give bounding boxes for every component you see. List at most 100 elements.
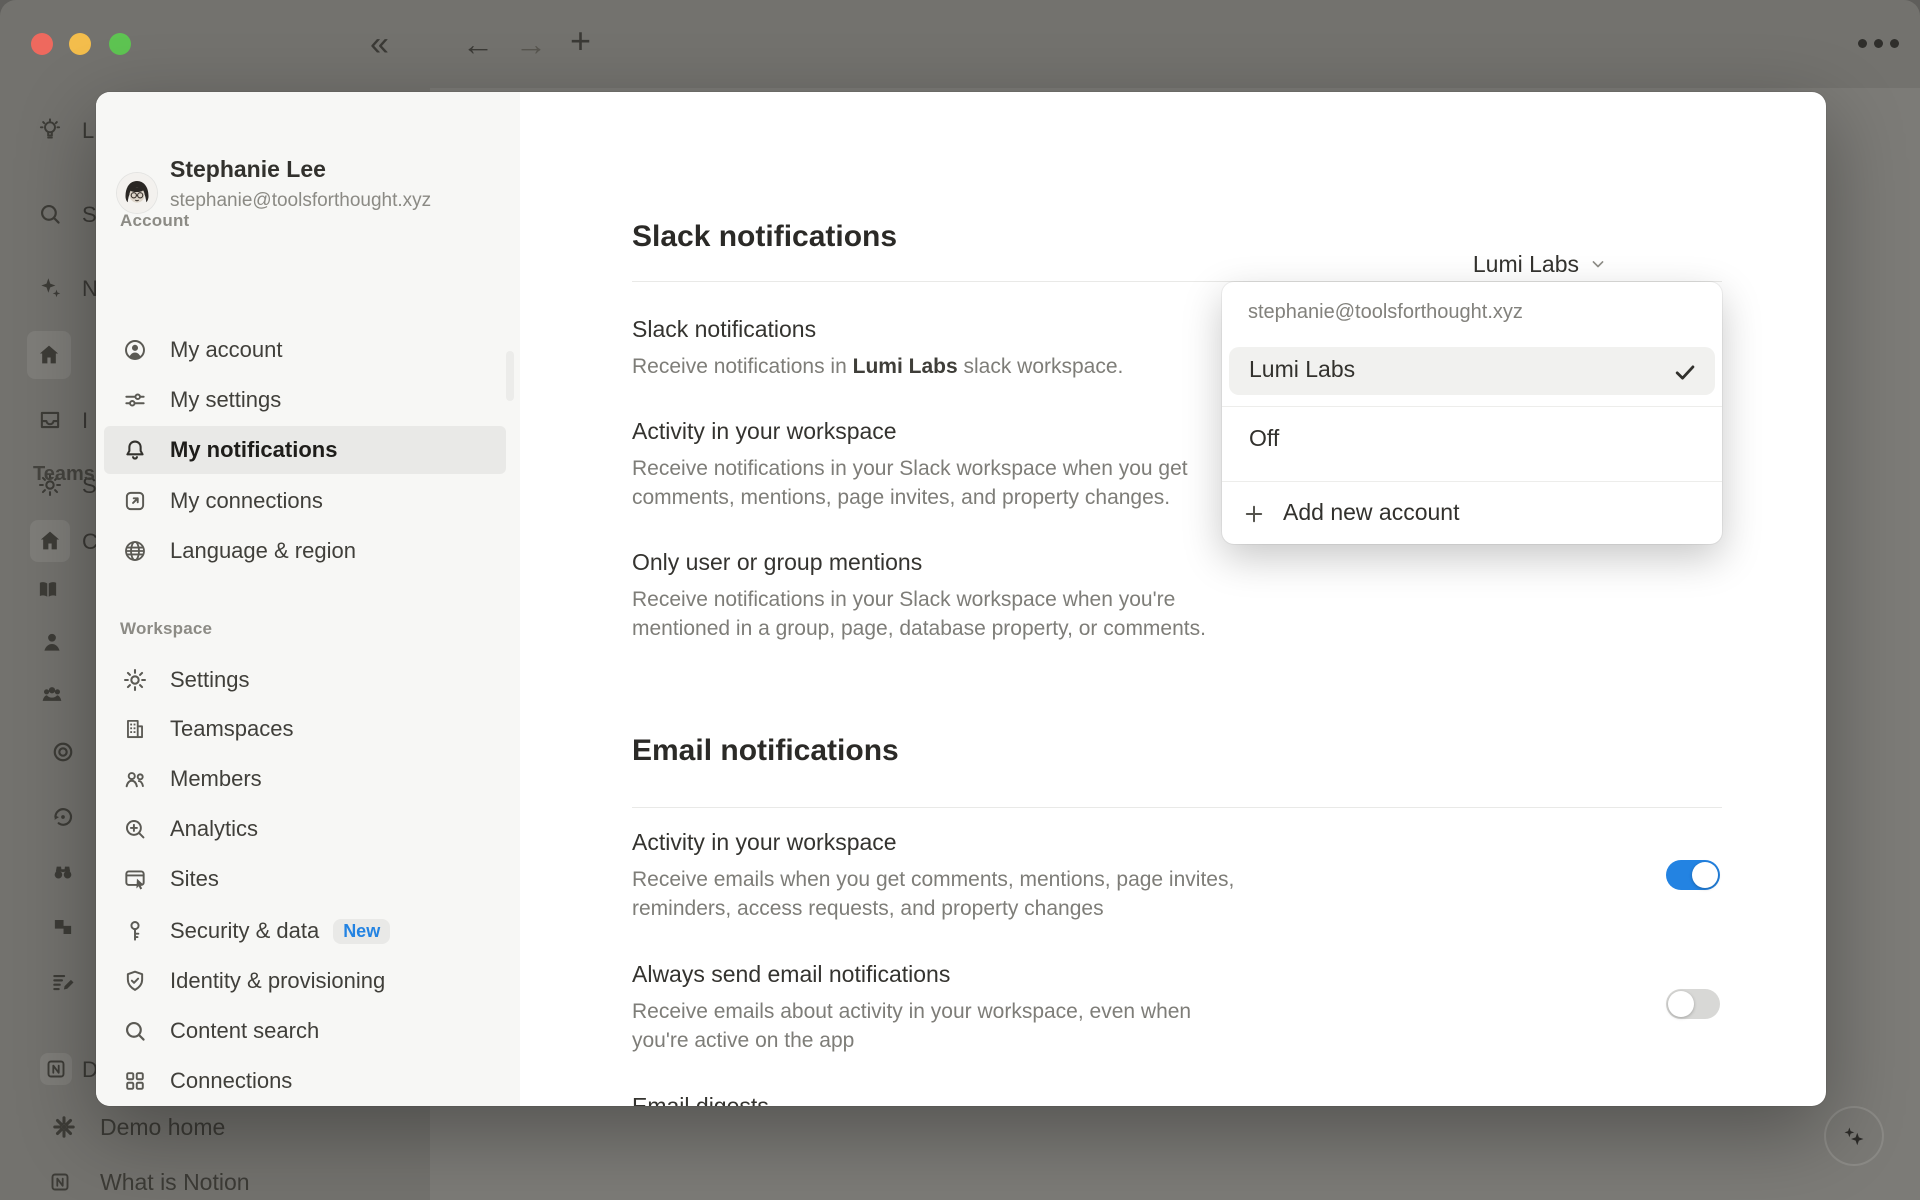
user-name: Stephanie Lee [170,156,326,183]
dropdown-option-off[interactable]: Off [1249,425,1279,452]
sidebar-item-connections[interactable]: Connections [104,1057,506,1105]
sidebar-item-label: Settings [170,667,250,693]
activity-workspace-title: Activity in your workspace [632,416,897,446]
slack-notifications-setting-desc: Receive notifications in Lumi Labs slack… [632,352,1123,381]
sidebar-item-content-search[interactable]: Content search [104,1007,506,1055]
forward-icon[interactable]: → [515,24,547,64]
rail-label-fragment: I [82,408,88,434]
compose-icon [50,969,76,995]
sidebar-item-label: Security & data [170,918,319,944]
atom-flower-icon [51,1114,77,1140]
section-divider [632,807,1722,808]
teamspace-home-icon [37,528,63,554]
building-icon [122,716,148,742]
sidebar-item-what-is-notion[interactable]: What is Notion [100,1169,250,1196]
notion-ai-button[interactable] [1824,1106,1884,1166]
desc-line: mentioned in a group, page, database pro… [632,614,1206,643]
browser-cursor-icon [122,866,148,892]
new-tab-icon[interactable]: + [570,21,591,61]
activity-workspace-desc: Receive notifications in your Slack work… [632,454,1188,512]
always-send-desc: Receive emails about activity in your wo… [632,997,1191,1055]
slack-workspace-select[interactable]: Lumi Labs [1473,248,1608,280]
sidebar-item-sites[interactable]: Sites [104,855,506,903]
slack-notifications-heading: Slack notifications [632,220,897,254]
book-icon [35,577,61,603]
sidebar-item-teamspaces[interactable]: Teamspaces [104,705,506,753]
sidebar-item-label: Sites [170,866,219,892]
dropdown-option-lumi-labs[interactable]: Lumi Labs [1229,347,1715,395]
sidebar-item-language-region[interactable]: Language & region [104,527,506,575]
minimize-window-button[interactable] [69,33,91,55]
workspace-name: Lumi Labs [853,355,958,378]
zoom-window-button[interactable] [109,33,131,55]
settings-sidebar: Account Stephanie Lee stephanie@toolsfor… [96,92,520,1106]
desc-text: slack workspace. [958,355,1124,378]
teams-section-label: Teams [33,463,95,486]
sidebar-item-label: My account [170,337,283,363]
email-activity-desc: Receive emails when you get comments, me… [632,865,1234,923]
sidebar-item-my-connections[interactable]: My connections [104,477,506,525]
sidebar-item-my-notifications[interactable]: My notifications [104,426,506,474]
desc-text: Receive notifications in [632,355,853,378]
sidebar-item-demo-home[interactable]: Demo home [100,1114,225,1141]
sidebar-item-security-data[interactable]: Security & data New [104,907,506,955]
bell-icon [122,437,148,463]
back-icon[interactable]: ← [462,24,494,64]
avatar [117,173,157,213]
slack-notifications-setting-title: Slack notifications [632,314,816,344]
dropdown-add-new-account[interactable]: Add new account [1283,499,1459,526]
notion-logo-icon [44,1057,68,1081]
target-icon [50,739,76,765]
sidebar-item-label: Analytics [170,816,258,842]
shield-check-icon [122,968,148,994]
sidebar-item-label: Identity & provisioning [170,968,385,994]
key-icon [122,918,148,944]
sidebar-item-my-account[interactable]: My account [104,326,506,374]
sidebar-item-members[interactable]: Members [104,755,506,803]
plus-icon [1242,502,1266,526]
email-activity-toggle[interactable] [1666,860,1720,890]
select-value: Lumi Labs [1473,251,1579,278]
sidebar-item-settings[interactable]: Settings [104,656,506,704]
grid-icon [122,1068,148,1094]
group-mentions-title: Only user or group mentions [632,547,922,577]
sidebar-collapse-icon[interactable]: « [370,24,389,64]
notion-logo-icon [48,1170,72,1194]
sidebar-item-label: Language & region [170,538,356,564]
slack-workspace-dropdown: stephanie@toolsforthought.xyz Lumi Labs … [1222,282,1722,544]
close-window-button[interactable] [31,33,53,55]
always-send-toggle[interactable] [1666,989,1720,1019]
dropdown-divider [1222,406,1722,407]
settings-modal: Account Stephanie Lee stephanie@toolsfor… [96,92,1826,1106]
dropdown-divider [1222,481,1722,482]
blocks-icon [50,914,76,940]
history-icon [50,804,76,830]
more-menu-icon[interactable] [1851,35,1899,53]
sidebar-item-label: My connections [170,488,323,514]
sidebar-scrollbar-thumb[interactable] [506,351,514,401]
sidebar-item-label: Teamspaces [170,716,294,742]
sidebar-item-analytics[interactable]: Analytics [104,805,506,853]
new-badge: New [333,919,390,944]
dropdown-account-header: stephanie@toolsforthought.xyz [1248,301,1523,324]
person-icon [39,629,65,655]
desc-line: reminders, access requests, and property… [632,894,1234,923]
desc-line: Receive emails when you get comments, me… [632,865,1234,894]
sidebar-item-label: My settings [170,387,281,413]
globe-icon [122,538,148,564]
email-notifications-heading: Email notifications [632,734,899,768]
arrow-up-right-box-icon [122,488,148,514]
toggle-knob [1692,862,1718,888]
lightbulb-icon [37,117,63,143]
sliders-icon [122,387,148,413]
home-icon [36,342,62,368]
sidebar-item-label: Members [170,766,262,792]
desc-line: Receive emails about activity in your wo… [632,997,1191,1026]
sidebar-item-my-settings[interactable]: My settings [104,376,506,424]
gear-icon [122,667,148,693]
person-circle-icon [122,337,148,363]
ai-sparkles-icon [1839,1121,1869,1151]
sidebar-item-label: Connections [170,1068,292,1094]
search-icon [37,201,63,227]
sidebar-item-identity-provisioning[interactable]: Identity & provisioning [104,957,506,1005]
